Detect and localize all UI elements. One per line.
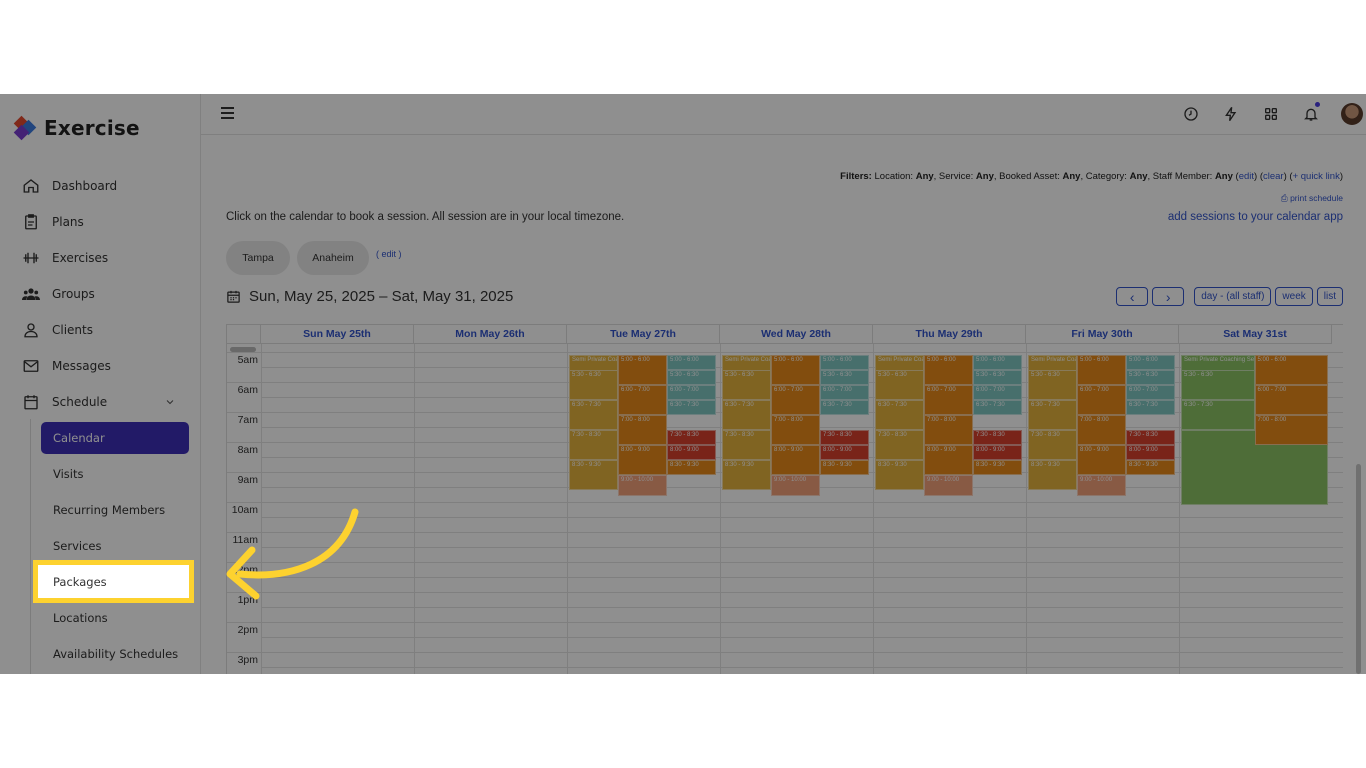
sidebar-subitem-packages: Packages: [53, 575, 107, 589]
app-window: Exercise Dashboard Plans Exercises Group…: [0, 94, 1366, 674]
dim-overlay: [0, 94, 1366, 674]
highlight-packages[interactable]: Packages: [33, 560, 194, 603]
pointer-arrow-icon: [226, 508, 359, 600]
